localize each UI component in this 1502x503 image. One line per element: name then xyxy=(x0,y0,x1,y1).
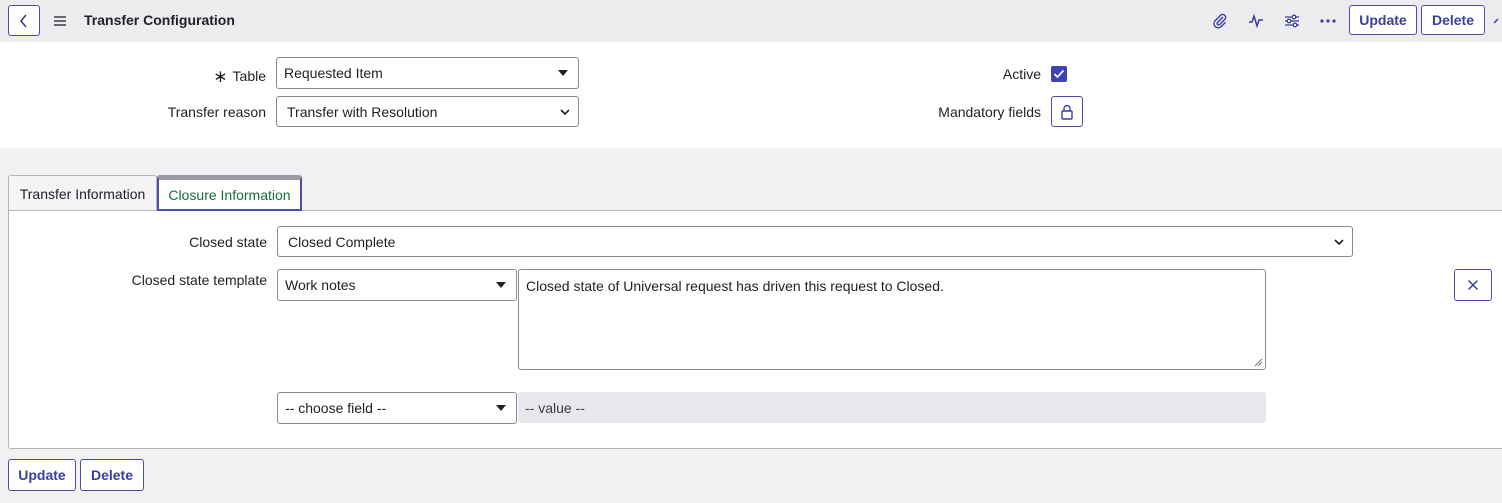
active-label: Active xyxy=(1002,66,1041,82)
footer-update-button[interactable]: Update xyxy=(8,459,76,491)
chevron-up-icon xyxy=(1493,18,1499,24)
mandatory-fields-lock-button[interactable] xyxy=(1051,96,1083,127)
choose-field-select[interactable]: -- choose field -- xyxy=(277,392,517,424)
sliders-icon xyxy=(1285,14,1299,28)
chevron-down-icon xyxy=(1334,238,1344,245)
more-options-button[interactable] xyxy=(1318,11,1338,31)
table-select[interactable]: Requested Item xyxy=(276,57,579,89)
closed-state-template-label: Closed state template xyxy=(131,272,267,288)
back-button[interactable] xyxy=(8,5,40,36)
form-header: Transfer Configuration Update Delete xyxy=(0,0,1502,42)
resize-handle-icon xyxy=(1254,358,1263,367)
activity-button[interactable] xyxy=(1246,11,1266,31)
paperclip-icon xyxy=(1213,13,1227,29)
delete-button[interactable]: Delete xyxy=(1421,5,1485,35)
template-field-value: Work notes xyxy=(285,277,356,293)
menu-button[interactable] xyxy=(52,13,68,29)
tab-closure-information-label: Closure Information xyxy=(168,186,291,203)
hamburger-icon xyxy=(54,16,66,26)
tab-transfer-information[interactable]: Transfer Information xyxy=(8,175,157,211)
attachment-button[interactable] xyxy=(1210,11,1230,31)
template-value-textarea[interactable]: Closed state of Universal request has dr… xyxy=(518,269,1266,370)
footer-delete-button[interactable]: Delete xyxy=(80,459,144,491)
field-value-display: -- value -- xyxy=(518,392,1266,423)
chevron-left-icon xyxy=(19,13,27,28)
mandatory-asterisk-icon: ∗ xyxy=(213,67,228,86)
page-title: Transfer Configuration xyxy=(84,12,235,28)
template-value-text: Closed state of Universal request has dr… xyxy=(526,278,944,294)
table-label: ∗ Table xyxy=(150,66,266,86)
field-value-placeholder: -- value -- xyxy=(525,399,585,416)
table-label-text: Table xyxy=(232,68,266,84)
transfer-reason-select[interactable]: Transfer with Resolution xyxy=(276,96,579,127)
caret-down-icon xyxy=(496,405,506,411)
lock-icon xyxy=(1061,104,1073,120)
active-checkbox[interactable] xyxy=(1051,66,1067,82)
update-button[interactable]: Update xyxy=(1349,5,1417,35)
close-icon xyxy=(1467,279,1479,291)
activity-pulse-icon xyxy=(1249,13,1263,29)
template-field-select[interactable]: Work notes xyxy=(277,269,517,301)
closed-state-label: Closed state xyxy=(189,234,267,250)
caret-down-icon xyxy=(558,70,568,76)
caret-down-icon xyxy=(496,282,506,288)
choose-field-value: -- choose field -- xyxy=(285,400,387,416)
tab-closure-information[interactable]: Closure Information xyxy=(157,175,302,211)
remove-template-button[interactable] xyxy=(1454,269,1492,301)
chevron-down-icon xyxy=(560,108,570,115)
form-top-section: ∗ Table Requested Item Transfer reason Tr… xyxy=(0,42,1502,148)
ellipsis-icon xyxy=(1320,19,1336,23)
personalize-button[interactable] xyxy=(1282,11,1302,31)
closed-state-value: Closed Complete xyxy=(288,233,396,250)
table-select-value: Requested Item xyxy=(284,65,383,81)
tab-transfer-information-label: Transfer Information xyxy=(19,185,146,202)
closed-state-select[interactable]: Closed Complete xyxy=(277,226,1353,257)
transfer-reason-label: Transfer reason xyxy=(167,104,266,120)
collapse-header-button[interactable] xyxy=(1492,11,1502,31)
transfer-reason-value: Transfer with Resolution xyxy=(287,103,438,120)
checkmark-icon xyxy=(1053,69,1065,79)
mandatory-fields-label: Mandatory fields xyxy=(938,104,1041,120)
